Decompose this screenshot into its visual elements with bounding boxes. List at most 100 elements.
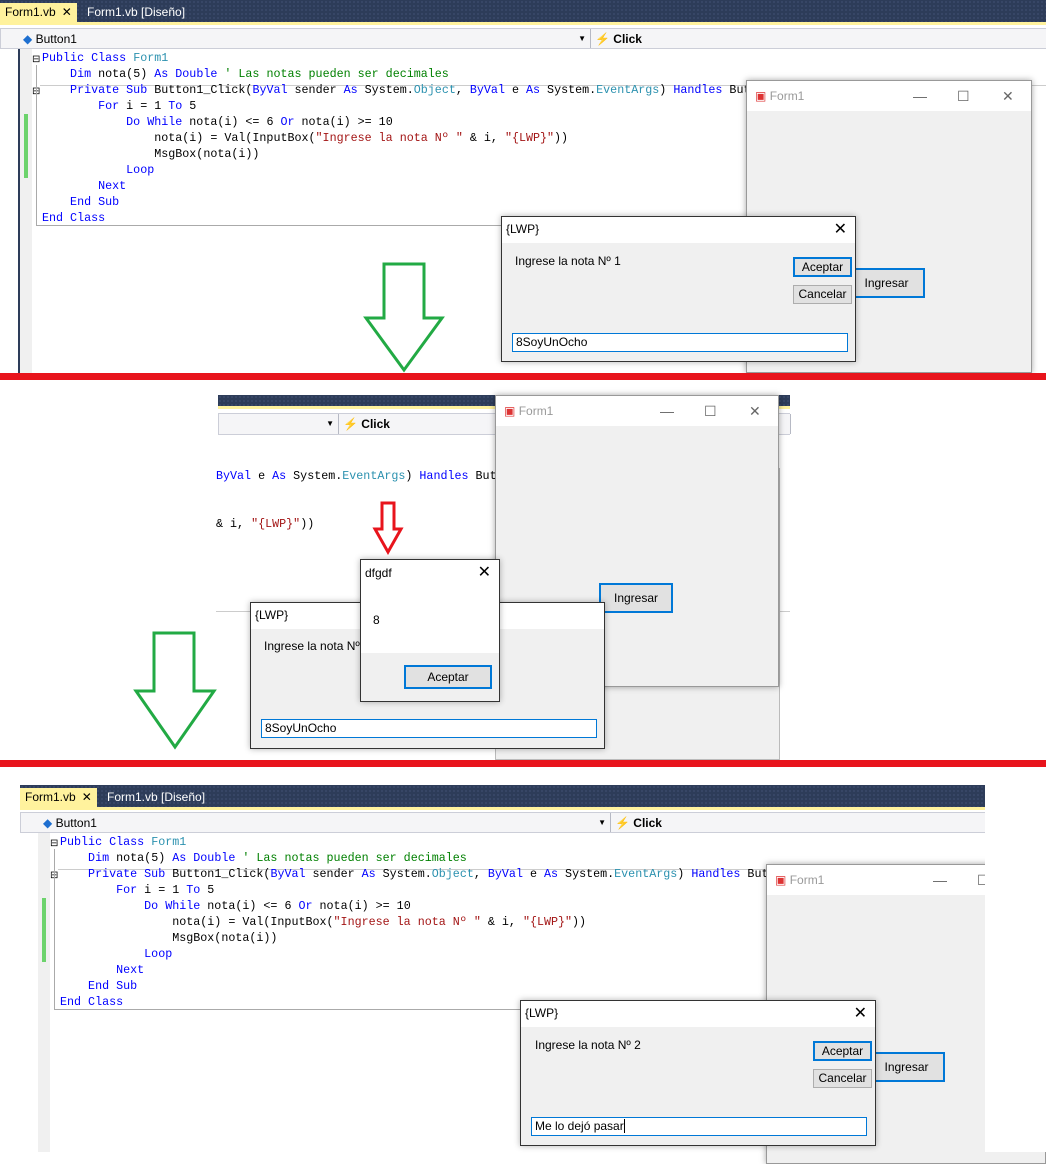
code-token: i = 1	[119, 99, 169, 113]
code-token: ByVal	[252, 83, 288, 97]
minimize-icon[interactable]: —	[913, 81, 927, 111]
window-title: Form1	[769, 89, 805, 103]
change-marker	[42, 898, 46, 962]
event-selector[interactable]: ⚡ Click	[611, 813, 986, 832]
maximize-icon[interactable]: ☐	[957, 81, 970, 111]
chevron-down-icon[interactable]: ▼	[578, 29, 586, 49]
down-arrow-green-icon	[363, 262, 445, 373]
class-selector[interactable]: ◆ Button1 ▼	[21, 813, 611, 832]
code-token: nota(i) >= 10	[294, 115, 393, 129]
minimize-icon[interactable]: —	[660, 396, 674, 426]
code-token: ,	[473, 867, 488, 881]
code-token: As	[361, 867, 376, 881]
code-line: Next	[60, 962, 144, 978]
code-token: Handles	[673, 83, 723, 97]
code-line: Private Sub Button1_Click(ByVal sender A…	[60, 866, 768, 882]
code-token: ))	[554, 131, 569, 145]
tab-form1-design[interactable]: Form1.vb [Diseño]	[82, 3, 190, 22]
code-token: Loop	[60, 947, 173, 961]
lightning-icon: ⚡	[595, 32, 610, 46]
msgbox-message: 8	[373, 613, 380, 627]
aceptar-button[interactable]: Aceptar	[813, 1041, 872, 1061]
tab-form1-vb[interactable]: Form1.vb ✕	[20, 788, 97, 807]
tab-form1-design[interactable]: Form1.vb [Diseño]	[102, 788, 210, 807]
cancelar-button[interactable]: Cancelar	[813, 1069, 872, 1088]
chevron-down-icon[interactable]: ▼	[326, 414, 334, 434]
app-icon: ▣	[504, 404, 516, 418]
input-field[interactable]: 8SoyUnOcho	[261, 719, 597, 738]
code-token: 5	[200, 883, 215, 897]
code-token: For	[42, 99, 120, 113]
code-token: EventArgs	[614, 867, 678, 881]
code-token: nota(i) = Val(InputBox(	[60, 915, 334, 929]
code-token: As Double	[172, 851, 236, 865]
code-token: Dim	[42, 67, 92, 81]
aceptar-button[interactable]: Aceptar	[404, 665, 492, 689]
tab-label: Form1.vb [Diseño]	[87, 5, 186, 19]
code-token: nota(5)	[109, 851, 173, 865]
code-token: i = 1	[137, 883, 187, 897]
aceptar-button[interactable]: Aceptar	[793, 257, 852, 277]
code-token: ByVal	[487, 867, 523, 881]
msgbox-dialog[interactable]: dfgdf ✕ 8 Aceptar	[360, 559, 500, 702]
dialog-title-bar: {LWP} ✕	[502, 217, 855, 243]
dialog-title: {LWP}	[506, 222, 540, 236]
close-icon[interactable]: ✕	[834, 217, 847, 243]
component-icon: ◆	[43, 816, 53, 830]
code-token: Do While	[60, 899, 201, 913]
code-token: )	[659, 83, 674, 97]
code-token: ByVal	[270, 867, 306, 881]
code-line: ByVal e As System.EventArgs) Handles But	[216, 468, 497, 484]
code-token: Private Sub	[42, 83, 148, 97]
code-token: "{LWP}"	[251, 517, 301, 531]
close-icon[interactable]: ✕	[62, 5, 72, 19]
input-field[interactable]: Me lo dejó pasar	[531, 1117, 867, 1136]
code-line: Do While nota(i) <= 6 Or nota(i) >= 10	[42, 114, 393, 130]
dialog-title: {LWP}	[255, 608, 289, 622]
code-token: As	[343, 83, 358, 97]
prompt-label: Ingrese la nota Nº 2	[535, 1038, 641, 1052]
chevron-down-icon[interactable]: ▼	[598, 813, 606, 833]
class-selector[interactable]: ◆ Button1 ▼	[1, 29, 591, 48]
input-value: Me lo dejó pasar	[535, 1119, 624, 1133]
code-token: Public Class	[42, 51, 134, 65]
code-token: "{LWP}"	[522, 915, 573, 929]
dialog-title: {LWP}	[525, 1006, 559, 1020]
code-token: ByVal	[469, 83, 505, 97]
code-token: sender	[305, 867, 362, 881]
code-token: Button1_Click(	[147, 83, 253, 97]
window-title: Form1	[518, 404, 554, 418]
cancelar-button[interactable]: Cancelar	[793, 285, 852, 304]
change-marker	[24, 114, 28, 178]
close-icon[interactable]: ✕	[1002, 81, 1014, 111]
code-token: e	[504, 83, 527, 97]
code-token: Private Sub	[60, 867, 166, 881]
code-token: ' Las notas pueden ser decimales	[235, 851, 467, 865]
class-selector-value: Button1	[55, 816, 97, 830]
event-selector[interactable]: ⚡ Click	[591, 29, 1046, 48]
code-line: End Sub	[60, 978, 137, 994]
minimize-icon[interactable]: —	[933, 865, 947, 895]
class-selector[interactable]: ▼	[219, 414, 339, 434]
close-icon[interactable]: ✕	[749, 396, 761, 426]
inputbox-dialog[interactable]: {LWP} ✕ Ingrese la nota Nº 2 Aceptar Canc…	[520, 1000, 876, 1146]
tab-label: Form1.vb	[25, 790, 76, 804]
close-icon[interactable]: ✕	[82, 790, 92, 804]
input-field[interactable]: 8SoyUnOcho	[512, 333, 848, 352]
ingresar-button[interactable]: Ingresar	[599, 583, 673, 613]
close-icon[interactable]: ✕	[854, 1001, 867, 1027]
text-caret	[623, 1119, 625, 1133]
code-token: As	[526, 83, 541, 97]
tab-form1-vb[interactable]: Form1.vb ✕	[0, 3, 77, 22]
code-token: ByVal	[216, 469, 252, 483]
code-line: Next	[42, 178, 126, 194]
ingresar-button[interactable]: Ingresar	[868, 1052, 945, 1082]
maximize-icon[interactable]: ☐	[704, 396, 717, 426]
inputbox-dialog[interactable]: {LWP} ✕ Ingrese la nota Nº 1 Aceptar Canc…	[501, 216, 856, 362]
close-icon[interactable]: ✕	[478, 560, 491, 586]
code-token: )	[405, 469, 420, 483]
code-line: & i, "{LWP}"))	[216, 516, 314, 532]
ingresar-button[interactable]: Ingresar	[848, 268, 925, 298]
code-token: & i,	[462, 131, 505, 145]
event-selector-value: Click	[361, 417, 390, 431]
